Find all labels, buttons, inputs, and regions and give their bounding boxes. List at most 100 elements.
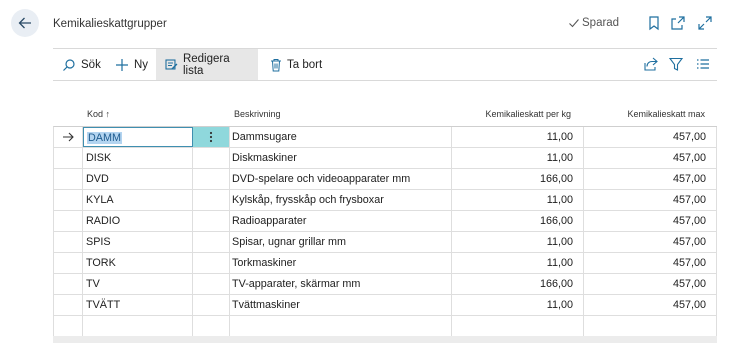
row-indicator — [54, 295, 83, 315]
cell-max[interactable]: 457,00 — [584, 211, 717, 231]
cell-beskrivning[interactable]: Spisar, ugnar grillar mm — [230, 232, 452, 252]
cell-per-kg[interactable]: 11,00 — [452, 253, 584, 273]
open-in-new-window-icon[interactable] — [670, 15, 686, 31]
table-row[interactable]: DVD DVD-spelare och videoapparater mm 166,… — [54, 169, 717, 190]
back-button[interactable] — [11, 9, 39, 37]
row-menu[interactable] — [193, 169, 230, 189]
cell-max[interactable]: 457,00 — [584, 190, 717, 210]
table-header: Kod ↑ Beskrivning Kemikalieskatt per kg … — [53, 102, 717, 126]
cell-per-kg[interactable]: 11,00 — [452, 232, 584, 252]
kod-value: TORK — [86, 257, 116, 269]
expand-icon[interactable] — [697, 15, 713, 31]
cell-kod[interactable]: TV — [83, 274, 193, 294]
row-menu[interactable] — [193, 190, 230, 210]
kod-value: KYLA — [86, 194, 114, 206]
cell-max[interactable]: 457,00 — [584, 169, 717, 189]
page-title: Kemikalieskattgrupper — [53, 18, 167, 30]
cell-kod[interactable]: RADIO — [83, 211, 193, 231]
cell-kod[interactable]: DISK — [83, 148, 193, 168]
column-header-beskrivning[interactable]: Beskrivning — [234, 109, 281, 119]
cell-max[interactable]: 457,00 — [584, 274, 717, 294]
new-row[interactable] — [54, 316, 717, 337]
cell-kod[interactable]: TORK — [83, 253, 193, 273]
row-indicator — [54, 211, 83, 231]
cell-beskrivning[interactable]: Kylskåp, frysskåp och frysboxar — [230, 190, 452, 210]
table-row[interactable]: DISK Diskmaskiner 11,00 457,00 — [54, 148, 717, 169]
table-row[interactable]: TV TV-apparater, skärmar mm 166,00 457,00 — [54, 274, 717, 295]
row-menu[interactable] — [193, 316, 230, 336]
kod-value: DAMM — [87, 132, 122, 144]
cell-max[interactable]: 457,00 — [584, 148, 717, 168]
cell-max[interactable]: 457,00 — [584, 253, 717, 273]
cell-kod[interactable]: SPIS — [83, 232, 193, 252]
column-header-per-kg[interactable]: Kemikalieskatt per kg — [485, 109, 571, 119]
kod-value: DVD — [86, 173, 109, 185]
trash-icon — [271, 58, 281, 71]
table-row[interactable]: TVÄTT Tvättmaskiner 11,00 457,00 — [54, 295, 717, 316]
row-menu[interactable] — [193, 295, 230, 315]
share-icon[interactable] — [643, 56, 659, 72]
column-header-max[interactable]: Kemikalieskatt max — [627, 109, 705, 119]
cell-kod[interactable] — [83, 316, 193, 336]
search-button[interactable]: Sök — [57, 49, 106, 80]
cell-beskrivning[interactable]: Dammsugare — [230, 127, 452, 147]
chemical-tax-groups-table: Kod ↑ Beskrivning Kemikalieskatt per kg … — [53, 102, 717, 337]
search-label: Sök — [81, 58, 101, 71]
cell-per-kg[interactable]: 166,00 — [452, 211, 584, 231]
horizontal-scrollbar[interactable] — [53, 336, 717, 343]
kod-value: TV — [86, 278, 100, 290]
table-row[interactable]: SPIS Spisar, ugnar grillar mm 11,00 457,00 — [54, 232, 717, 253]
new-label: Ny — [134, 58, 149, 71]
cell-per-kg[interactable]: 11,00 — [452, 295, 584, 315]
cell-max[interactable]: 457,00 — [584, 295, 717, 315]
cell-per-kg[interactable]: 11,00 — [452, 127, 584, 147]
row-indicator — [54, 148, 83, 168]
cell-kod[interactable]: KYLA — [83, 190, 193, 210]
cell-beskrivning[interactable]: DVD-spelare och videoapparater mm — [230, 169, 452, 189]
table-row[interactable]: DAMM Dammsugare 11,00 457,00 — [54, 127, 717, 148]
table-row[interactable]: KYLA Kylskåp, frysskåp och frysboxar 11,00… — [54, 190, 717, 211]
cell-kod[interactable]: DAMM — [83, 127, 193, 147]
cell-max[interactable] — [584, 316, 717, 336]
cell-per-kg[interactable]: 11,00 — [452, 190, 584, 210]
cell-per-kg[interactable]: 166,00 — [452, 274, 584, 294]
cell-beskrivning[interactable]: Radioapparater — [230, 211, 452, 231]
row-menu[interactable] — [193, 211, 230, 231]
table-row[interactable]: TORK Torkmaskiner 11,00 457,00 — [54, 253, 717, 274]
column-header-kod[interactable]: Kod ↑ — [87, 109, 110, 119]
row-menu[interactable] — [193, 253, 230, 273]
row-menu[interactable] — [193, 148, 230, 168]
filter-icon[interactable] — [668, 56, 684, 72]
arrow-right-icon — [63, 132, 74, 142]
row-indicator — [54, 274, 83, 294]
cell-beskrivning[interactable] — [230, 316, 452, 336]
row-menu[interactable] — [193, 274, 230, 294]
edit-list-button[interactable]: Redigera lista — [156, 49, 258, 80]
cell-per-kg[interactable] — [452, 316, 584, 336]
cell-beskrivning[interactable]: TV-apparater, skärmar mm — [230, 274, 452, 294]
kod-value: RADIO — [86, 215, 121, 227]
search-icon — [63, 58, 75, 71]
delete-button[interactable]: Ta bort — [265, 49, 327, 80]
cell-kod[interactable]: DVD — [83, 169, 193, 189]
list-view-icon[interactable] — [695, 56, 711, 72]
cell-beskrivning[interactable]: Torkmaskiner — [230, 253, 452, 273]
saved-label: Sparad — [582, 17, 620, 29]
table-row[interactable]: RADIO Radioapparater 166,00 457,00 — [54, 211, 717, 232]
bookmark-icon[interactable] — [646, 15, 662, 31]
cell-per-kg[interactable]: 11,00 — [452, 148, 584, 168]
arrow-left-icon — [18, 17, 31, 29]
cell-beskrivning[interactable]: Diskmaskiner — [230, 148, 452, 168]
cell-per-kg[interactable]: 166,00 — [452, 169, 584, 189]
new-button[interactable]: Ny — [110, 49, 153, 80]
kod-value: TVÄTT — [86, 299, 121, 311]
row-menu[interactable] — [193, 127, 230, 147]
row-menu[interactable] — [193, 232, 230, 252]
row-indicator — [54, 232, 83, 252]
cell-max[interactable]: 457,00 — [584, 127, 717, 147]
action-bar: Sök Ny Redigera lista Ta bort — [53, 48, 717, 81]
cell-max[interactable]: 457,00 — [584, 232, 717, 252]
cell-kod[interactable]: TVÄTT — [83, 295, 193, 315]
cell-beskrivning[interactable]: Tvättmaskiner — [230, 295, 452, 315]
vertical-ellipsis-icon — [209, 132, 213, 143]
